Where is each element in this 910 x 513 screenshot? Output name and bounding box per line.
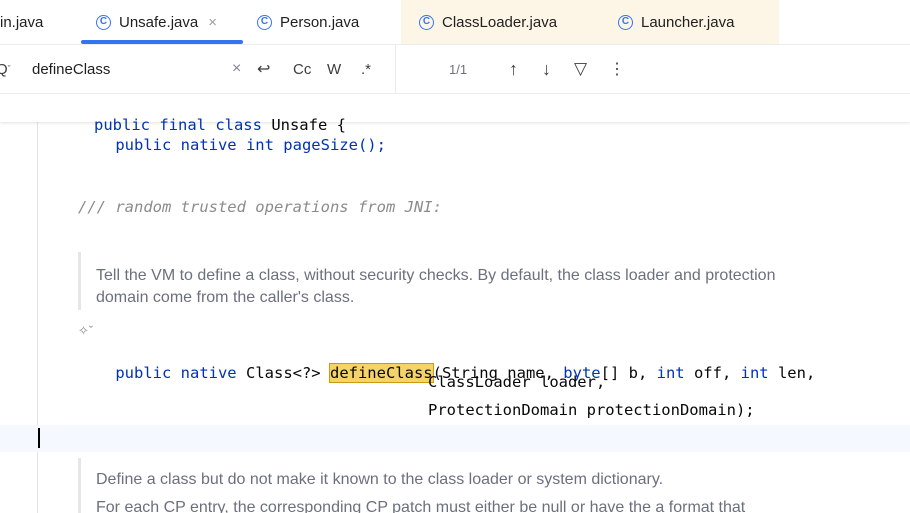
code-line-loader: ClassLoader loader, xyxy=(428,373,606,391)
tab-label: in.java xyxy=(0,13,44,31)
active-tab-indicator xyxy=(81,40,243,44)
whole-words-button[interactable]: W xyxy=(327,45,341,93)
doc-line: Define a class but do not make it known … xyxy=(96,471,664,488)
tab-label: Unsafe.java xyxy=(119,13,199,31)
search-input[interactable] xyxy=(32,60,222,78)
class-icon: C xyxy=(419,14,434,30)
class-icon: C xyxy=(96,14,111,30)
filter-icon[interactable]: ▽ xyxy=(574,45,587,93)
code-line-protection: ProtectionDomain protectionDomain); xyxy=(428,401,755,419)
search-icon[interactable]: Qˇ xyxy=(0,45,11,93)
doc-comment-bar xyxy=(78,252,81,310)
regex-button[interactable]: .* xyxy=(361,45,371,93)
tab-label: Person.java xyxy=(280,13,360,31)
class-name: Unsafe { xyxy=(261,116,346,134)
replace-toggle-icon[interactable]: ↩ xyxy=(257,45,270,93)
code-comment: /// random trusted operations from JNI: xyxy=(78,198,442,216)
tab-main[interactable]: in.java xyxy=(0,0,80,44)
more-options-icon[interactable]: ⋮ xyxy=(609,45,625,93)
code-editor[interactable]: public native int pageSize(); public fin… xyxy=(0,94,910,513)
clear-search-icon[interactable]: × xyxy=(232,45,241,93)
doc-line: For each CP entry, the corresponding CP … xyxy=(96,499,746,513)
class-icon: C xyxy=(618,14,633,30)
previous-occurrence-icon[interactable]: ↑ xyxy=(509,45,518,93)
close-icon[interactable]: × xyxy=(208,14,217,31)
tab-classloader[interactable]: C ClassLoader.java xyxy=(401,0,589,44)
find-bar: Qˇ × ↩ Cc W .* 1/1 ↑ ↓ ▽ ⋮ xyxy=(0,45,910,94)
editor-tab-bar: in.java C Unsafe.java × C Person.java C … xyxy=(0,0,910,45)
next-occurrence-icon[interactable]: ↓ xyxy=(542,45,551,93)
tab-person[interactable]: C Person.java xyxy=(257,0,359,44)
tab-label: ClassLoader.java xyxy=(442,13,558,31)
tab-unsafe[interactable]: C Unsafe.java × xyxy=(96,0,217,44)
rendered-javadoc: Define a class but do not make it known … xyxy=(96,469,745,513)
rendered-javadoc: Tell the VM to define a class, without s… xyxy=(96,265,775,309)
search-match-highlight: defineClass xyxy=(328,363,434,383)
tab-label: Launcher.java xyxy=(641,13,735,31)
text-caret xyxy=(38,428,40,448)
match-count: 1/1 xyxy=(449,61,468,77)
current-line-highlight xyxy=(0,425,910,452)
divider xyxy=(395,45,396,93)
doc-line: domain come from the caller's class. xyxy=(96,289,355,306)
class-icon: C xyxy=(257,14,272,30)
indent-guide xyxy=(37,122,38,513)
doc-line: Tell the VM to define a class, without s… xyxy=(96,267,776,284)
match-case-button[interactable]: Cc xyxy=(293,45,311,93)
ai-assistant-icon[interactable]: ✧ˇ xyxy=(78,323,93,339)
tab-launcher[interactable]: C Launcher.java xyxy=(589,0,779,44)
doc-comment-bar xyxy=(78,458,81,513)
keyword: public final class xyxy=(94,116,262,134)
sticky-class-header[interactable]: public final class Unsafe { xyxy=(0,94,910,134)
